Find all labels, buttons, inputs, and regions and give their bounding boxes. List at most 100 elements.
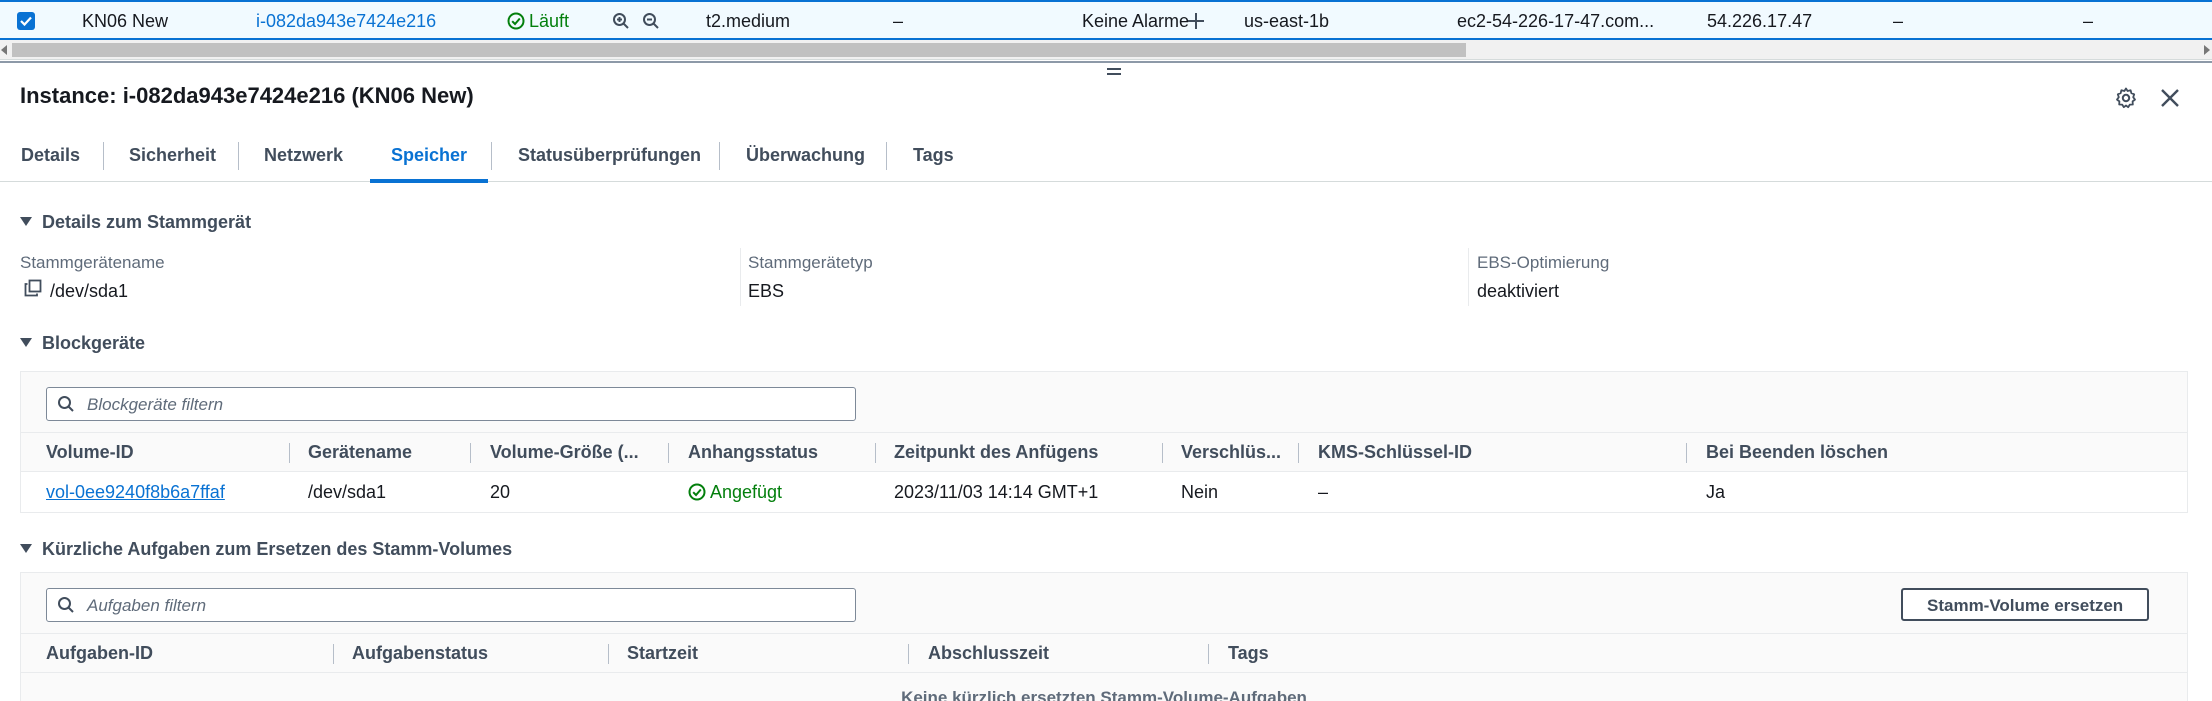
kms-key-cell: – (1318, 482, 1329, 502)
tab-security[interactable]: Sicherheit (108, 130, 237, 182)
attach-status-cell: Angefügt (688, 472, 782, 512)
add-alarm-icon[interactable] (1186, 11, 1206, 31)
block-devices-filter-input[interactable]: Blockgeräte filtern (46, 387, 856, 421)
attach-time-cell: 2023/11/03 14:14 GMT+1 (894, 482, 1099, 502)
root-device-name: /dev/sda1 (24, 279, 129, 302)
horizontal-scrollbar[interactable] (0, 40, 2212, 60)
column-resizer[interactable] (1298, 443, 1299, 463)
ipv6-address: – (2083, 11, 2094, 31)
encrypted-cell: Nein (1181, 482, 1219, 502)
tab-monitoring[interactable]: Überwachung (725, 130, 886, 182)
volume-size-cell: 20 (490, 482, 511, 502)
status-success-icon (507, 12, 525, 30)
tab-storage[interactable]: Speicher (370, 130, 489, 183)
zoom-in-icon[interactable] (612, 12, 630, 30)
availability-zone: us-east-1b (1244, 11, 1330, 31)
public-dns: ec2-54-226-17-47.com... (1457, 11, 1655, 31)
close-icon[interactable] (2158, 86, 2182, 110)
delete-on-termination-cell: Ja (1706, 482, 1726, 502)
ebs-optimization-value: deaktiviert (1477, 281, 1560, 301)
column-resizer[interactable] (289, 443, 290, 463)
column-header-volume-size[interactable]: Volume-Größe (... (490, 433, 639, 471)
column-resizer[interactable] (1162, 443, 1163, 463)
replace-tasks-table: Aufgaben filtern Stamm-Volume ersetzen A… (20, 572, 2188, 701)
instance-state: Läuft (507, 2, 569, 40)
table-header: Volume-ID Gerätename Volume-Größe (... A… (21, 432, 2187, 472)
row-checkbox[interactable] (17, 12, 35, 30)
root-device-name-value: /dev/sda1 (50, 281, 129, 301)
column-header-delete-on-termination[interactable]: Bei Beenden löschen (1706, 433, 1888, 471)
column-divider (1468, 248, 1469, 306)
scrollbar-thumb[interactable] (12, 43, 1466, 57)
section-heading: Kürzliche Aufgaben zum Ersetzen des Stam… (42, 539, 513, 559)
search-icon (58, 396, 74, 412)
column-header-attach-time[interactable]: Zeitpunkt des Anfügens (894, 433, 1098, 471)
search-icon (58, 597, 74, 613)
resize-handle-icon[interactable] (1105, 66, 1123, 80)
column-resizer[interactable] (668, 443, 669, 463)
instance-id-link[interactable]: i-082da943e7424e216 (256, 2, 436, 40)
copy-icon[interactable] (24, 279, 42, 302)
table-row[interactable]: vol-0ee9240f8b6a7ffaf /dev/sda1 20 Angef… (21, 472, 2187, 512)
tasks-filter-input[interactable]: Aufgaben filtern (46, 588, 856, 622)
column-header-device-name[interactable]: Gerätename (308, 433, 412, 471)
tab-tags[interactable]: Tags (892, 130, 975, 182)
tab-separator (103, 142, 104, 170)
tab-separator (491, 142, 492, 170)
ebs-optimization-label: EBS-Optimierung (1477, 253, 1610, 272)
section-heading: Details zum Stammgerät (42, 212, 252, 232)
table-header: Aufgaben-ID Aufgabenstatus Startzeit Abs… (21, 633, 2187, 673)
root-device-name-label: Stammgerätename (20, 253, 165, 272)
split-panel-divider (0, 61, 2212, 63)
column-header-completion-time[interactable]: Abschlusszeit (928, 634, 1049, 672)
tab-details[interactable]: Details (0, 130, 101, 182)
column-resizer[interactable] (908, 644, 909, 664)
scroll-right-icon[interactable] (2204, 45, 2210, 55)
elastic-ip: – (1893, 11, 1904, 31)
column-header-task-id[interactable]: Aufgaben-ID (46, 634, 153, 672)
instance-state-label: Läuft (529, 11, 570, 31)
device-name-cell: /dev/sda1 (308, 482, 387, 502)
attach-status-label: Angefügt (710, 482, 783, 502)
tab-network[interactable]: Netzwerk (243, 130, 364, 182)
tab-separator (238, 142, 239, 170)
instance-table-row[interactable]: KN06 New i-082da943e7424e216 Läuft t2.me… (0, 0, 2212, 40)
tab-bar: Details Sicherheit Netzwerk Speicher Sta… (0, 130, 2212, 183)
column-resizer[interactable] (470, 443, 471, 463)
empty-state-message: Keine kürzlich ersetzten Stamm-Volume-Au… (901, 688, 1307, 701)
instance-type: t2.medium (706, 11, 791, 31)
column-divider (740, 248, 741, 306)
public-ip: 54.226.17.47 (1707, 11, 1813, 31)
section-toggle-root-device[interactable]: Details zum Stammgerät (20, 212, 251, 233)
column-resizer[interactable] (1686, 443, 1687, 463)
root-device-type-value: EBS (748, 281, 785, 301)
column-header-kms-key[interactable]: KMS-Schlüssel-ID (1318, 433, 1472, 471)
caret-down-icon (20, 338, 32, 348)
scroll-left-icon[interactable] (1, 45, 7, 55)
zoom-out-icon[interactable] (642, 12, 660, 30)
column-header-task-status[interactable]: Aufgabenstatus (352, 634, 488, 672)
root-device-type-label: Stammgerätetyp (748, 253, 873, 272)
section-toggle-replace-tasks[interactable]: Kürzliche Aufgaben zum Ersetzen des Stam… (20, 539, 512, 560)
column-header-encrypted[interactable]: Verschlüs... (1181, 433, 1281, 471)
filter-placeholder: Blockgeräte filtern (87, 395, 224, 414)
column-resizer[interactable] (1208, 644, 1209, 664)
column-resizer[interactable] (608, 644, 609, 664)
replace-root-volume-button[interactable]: Stamm-Volume ersetzen (1901, 588, 2150, 621)
caret-down-icon (20, 217, 32, 227)
column-header-tags[interactable]: Tags (1228, 634, 1269, 672)
column-header-attach-status[interactable]: Anhangsstatus (688, 433, 818, 471)
column-resizer[interactable] (333, 644, 334, 664)
panel-title: Instance: i-082da943e7424e216 (KN06 New) (20, 83, 474, 108)
column-header-volume-id[interactable]: Volume-ID (46, 433, 134, 471)
status-success-icon (688, 483, 706, 501)
filter-placeholder: Aufgaben filtern (87, 596, 207, 615)
gear-icon[interactable] (2114, 86, 2138, 110)
volume-id-link[interactable]: vol-0ee9240f8b6a7ffaf (46, 472, 225, 512)
section-toggle-block-devices[interactable]: Blockgeräte (20, 333, 145, 354)
column-resizer[interactable] (875, 443, 876, 463)
tab-status-checks[interactable]: Statusüberprüfungen (497, 130, 722, 182)
alarm-status: Keine Alarme (1082, 11, 1190, 31)
column-header-start-time[interactable]: Startzeit (627, 634, 698, 672)
block-devices-table: Blockgeräte filtern Volume-ID Gerätename… (20, 371, 2188, 513)
